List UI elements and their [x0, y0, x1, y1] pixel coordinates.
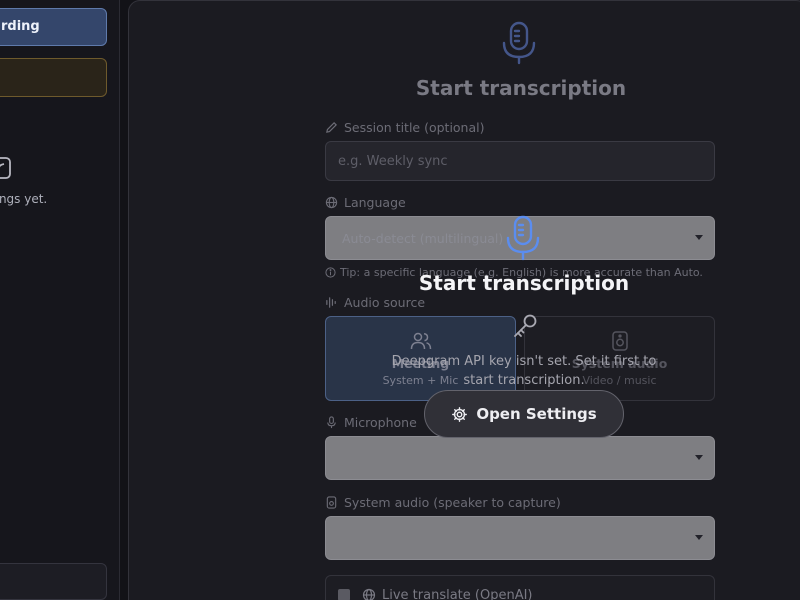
empty-recordings-text: dings yet.	[0, 192, 48, 206]
session-title-placeholder: e.g. Weekly sync	[338, 154, 448, 169]
overlay-message: Deepgram API key isn't set. Set it first…	[391, 354, 657, 388]
warning-banner	[0, 58, 107, 97]
open-settings-button[interactable]: Open Settings	[424, 390, 624, 438]
sidebar: rding dings yet.	[0, 0, 120, 600]
system-audio-label-text: System audio (speaker to capture)	[344, 494, 561, 510]
live-translate-label: Live translate (OpenAI)	[382, 588, 533, 600]
gear-icon	[452, 406, 468, 422]
start-recording-button[interactable]: rding	[0, 8, 107, 46]
api-key-overlay: Start transcription Deepgram API key isn…	[300, 200, 750, 450]
sidebar-bottom-button[interactable]	[0, 563, 107, 600]
live-translate-row: Live translate (OpenAI)	[325, 575, 715, 600]
open-settings-label: Open Settings	[476, 405, 597, 423]
recordings-empty-icon	[0, 157, 11, 179]
live-translate-checkbox[interactable]	[338, 589, 350, 600]
globe-icon	[362, 588, 376, 600]
chevron-down-icon	[695, 535, 703, 540]
key-icon	[514, 314, 537, 337]
microphone-icon	[502, 21, 536, 65]
session-title-label-text: Session title (optional)	[344, 119, 485, 135]
system-audio-label: System audio (speaker to capture)	[325, 494, 561, 510]
chevron-down-icon	[695, 455, 703, 460]
page-title: Start transcription	[415, 76, 627, 100]
speaker-icon	[326, 495, 337, 509]
session-title-input[interactable]: e.g. Weekly sync	[325, 141, 715, 181]
pencil-icon	[326, 121, 337, 133]
system-audio-select[interactable]	[325, 516, 715, 560]
microphone-icon	[506, 215, 540, 261]
overlay-title: Start transcription	[418, 271, 630, 295]
session-title-label: Session title (optional)	[325, 119, 485, 135]
